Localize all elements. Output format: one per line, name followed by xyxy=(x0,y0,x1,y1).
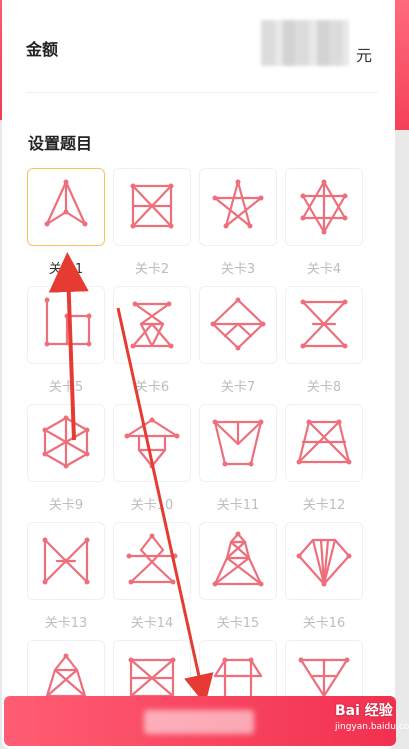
trapezoid-mesh-pattern-icon xyxy=(285,404,363,482)
box-x-pattern-icon xyxy=(113,168,191,246)
hexagon-web-pattern-icon xyxy=(27,404,105,482)
amount-unit: 元 xyxy=(356,46,373,65)
step-pattern-icon xyxy=(27,286,105,364)
hexagram-pattern-icon xyxy=(285,168,363,246)
level-label: 关卡8 xyxy=(306,380,342,395)
fan-pattern-icon xyxy=(285,522,363,600)
level-6[interactable]: 关卡6 xyxy=(113,286,191,395)
level-13[interactable]: 关卡13 xyxy=(27,522,105,631)
settings-sheet: 金额 元 设置题目 关卡1 关卡2 关卡3 关卡4 关卡5 关卡6 关卡7 关卡… xyxy=(2,0,395,749)
watermark: Bai 经验 jingyan.baidu.com xyxy=(335,703,409,732)
confirm-label-obscured[interactable] xyxy=(144,710,254,734)
level-label: 关卡9 xyxy=(48,498,84,513)
level-4[interactable]: 关卡4 xyxy=(285,168,363,277)
triangle-star-pattern-icon xyxy=(27,168,105,246)
level-11[interactable]: 关卡11 xyxy=(199,404,277,513)
level-label: 关卡14 xyxy=(130,616,174,631)
funnel-pattern-icon xyxy=(199,404,277,482)
level-label: 关卡4 xyxy=(306,262,342,277)
level-16[interactable]: 关卡16 xyxy=(285,522,363,631)
level-label: 关卡12 xyxy=(302,498,346,513)
divider xyxy=(26,92,378,93)
background-accent-right xyxy=(395,0,409,130)
amount-value-obscured[interactable] xyxy=(261,20,349,66)
hourglass-pattern-icon xyxy=(285,286,363,364)
tower-pattern-icon xyxy=(199,522,277,600)
level-2[interactable]: 关卡2 xyxy=(113,168,191,277)
level-label: 关卡16 xyxy=(302,616,346,631)
level-label: 关卡1 xyxy=(48,262,84,277)
level-12[interactable]: 关卡12 xyxy=(285,404,363,513)
level-label: 关卡5 xyxy=(48,380,84,395)
level-3[interactable]: 关卡3 xyxy=(199,168,277,277)
level-label: 关卡3 xyxy=(220,262,256,277)
hourglass-triangle-pattern-icon xyxy=(113,286,191,364)
level-1[interactable]: 关卡1 xyxy=(27,168,105,277)
bowtie-pattern-icon xyxy=(27,522,105,600)
level-label: 关卡6 xyxy=(134,380,170,395)
amount-row[interactable]: 金额 元 xyxy=(26,20,376,74)
level-label: 关卡2 xyxy=(134,262,170,277)
pentagram-pattern-icon xyxy=(199,168,277,246)
level-label: 关卡10 xyxy=(130,498,174,513)
level-15[interactable]: 关卡15 xyxy=(199,522,277,631)
pagoda-pattern-icon xyxy=(113,404,191,482)
section-title: 设置题目 xyxy=(28,134,93,153)
level-label: 关卡13 xyxy=(44,616,88,631)
level-label: 关卡11 xyxy=(216,498,260,513)
level-14[interactable]: 关卡14 xyxy=(113,522,191,631)
kite-pattern-icon xyxy=(113,522,191,600)
amount-label: 金额 xyxy=(26,40,59,59)
level-5[interactable]: 关卡5 xyxy=(27,286,105,395)
level-10[interactable]: 关卡10 xyxy=(113,404,191,513)
level-9[interactable]: 关卡9 xyxy=(27,404,105,513)
level-7[interactable]: 关卡7 xyxy=(199,286,277,395)
level-8[interactable]: 关卡8 xyxy=(285,286,363,395)
level-label: 关卡7 xyxy=(220,380,256,395)
diamond-pattern-icon xyxy=(199,286,277,364)
level-label: 关卡15 xyxy=(216,616,260,631)
